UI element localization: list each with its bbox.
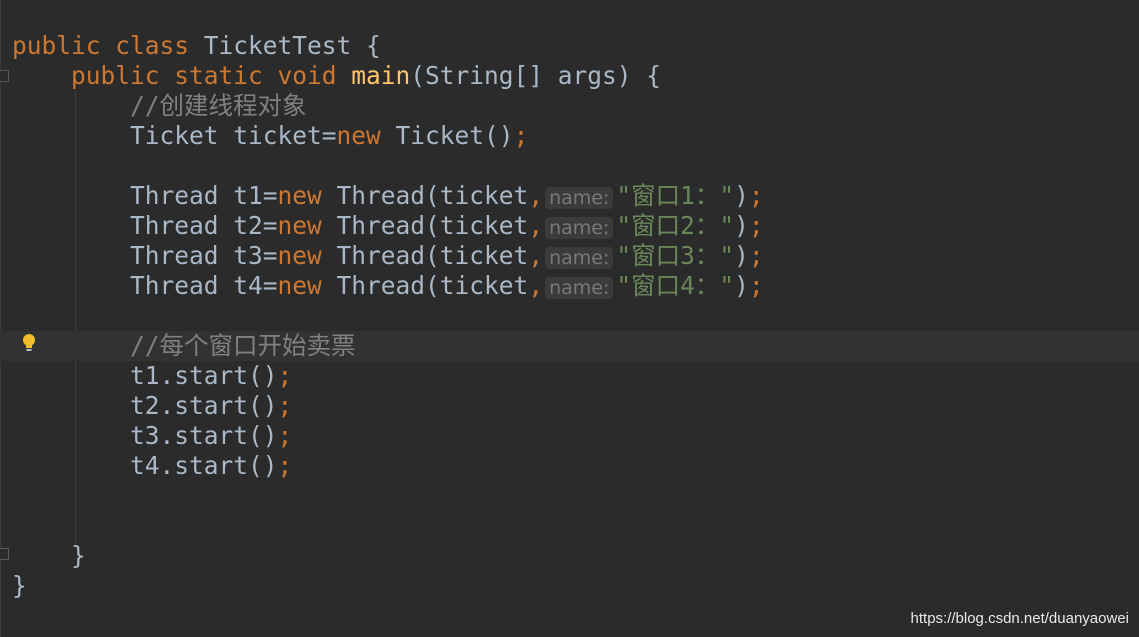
code-line[interactable]: public class TicketTest {	[12, 31, 1139, 61]
code-line[interactable]	[12, 481, 1139, 511]
code-token: Thread t3=	[130, 241, 278, 270]
parameter-hint: name:	[545, 217, 614, 239]
code-line[interactable]: Thread t4=new Thread(ticket, name: "窗口4：")…	[12, 271, 1139, 301]
parameter-hint: name:	[545, 277, 614, 299]
code-token: Thread t2=	[130, 211, 278, 240]
code-token: Thread(ticket	[336, 271, 529, 300]
code-token: t4.start()	[130, 451, 278, 480]
code-token: ;	[513, 121, 529, 150]
code-token: "窗口1："	[616, 181, 735, 210]
code-token: )	[734, 271, 749, 300]
code-token: ;	[748, 241, 764, 270]
code-token: ,	[528, 271, 544, 300]
code-line[interactable]	[12, 511, 1139, 541]
code-token: ;	[277, 361, 293, 390]
code-token: t3.start()	[130, 421, 278, 450]
code-line[interactable]: Thread t2=new Thread(ticket, name: "窗口2：")…	[12, 211, 1139, 241]
code-line[interactable]: //创建线程对象	[12, 91, 1139, 121]
code-token: ;	[277, 421, 293, 450]
watermark: https://blog.csdn.net/duanyaowei	[910, 610, 1129, 627]
code-token: t1.start()	[130, 361, 278, 390]
code-token: new	[277, 241, 337, 270]
code-token: Ticket()	[395, 121, 514, 150]
code-token: (String[] args) {	[410, 61, 662, 90]
code-line[interactable]: t3.start();	[12, 421, 1139, 451]
code-token: Thread t4=	[130, 271, 278, 300]
code-line[interactable]: Thread t3=new Thread(ticket, name: "窗口3：")…	[12, 241, 1139, 271]
code-token: ;	[277, 391, 293, 420]
code-token: new	[277, 211, 337, 240]
code-editor[interactable]: public class TicketTest { public static …	[0, 31, 1139, 601]
code-token: public class	[12, 31, 204, 60]
code-token: "窗口3："	[616, 241, 735, 270]
code-token: ;	[748, 271, 764, 300]
fold-marker-icon[interactable]	[0, 548, 9, 560]
code-token: "窗口4："	[616, 271, 735, 300]
code-token: new	[277, 181, 337, 210]
code-token: new	[336, 121, 396, 150]
code-line[interactable]: //每个窗口开始卖票	[0, 331, 1139, 361]
code-token: Thread(ticket	[336, 181, 529, 210]
code-line[interactable]: }	[12, 571, 1139, 601]
code-token: )	[734, 181, 749, 210]
code-token: t2.start()	[130, 391, 278, 420]
code-token: main	[351, 61, 411, 90]
code-line[interactable]: }	[12, 541, 1139, 571]
code-token: ;	[748, 211, 764, 240]
code-token: new	[277, 271, 337, 300]
code-token: //每个窗口开始卖票	[130, 331, 356, 360]
code-token: Thread(ticket	[336, 211, 529, 240]
parameter-hint: name:	[545, 187, 614, 209]
code-token: ,	[528, 241, 544, 270]
code-token: }	[12, 571, 27, 600]
code-token: ,	[528, 211, 544, 240]
code-token: )	[734, 211, 749, 240]
fold-marker-icon[interactable]	[0, 70, 9, 82]
code-line[interactable]: public static void main(String[] args) {	[12, 61, 1139, 91]
code-line[interactable]	[12, 151, 1139, 181]
code-token: Ticket ticket=	[130, 121, 337, 150]
code-line[interactable]: Thread t1=new Thread(ticket, name: "窗口1：")…	[12, 181, 1139, 211]
code-token: TicketTest {	[203, 31, 381, 60]
code-token: ;	[277, 451, 293, 480]
code-token: //创建线程对象	[130, 91, 307, 120]
code-token: Thread t1=	[130, 181, 278, 210]
code-token: ;	[748, 181, 764, 210]
code-token: )	[734, 241, 749, 270]
parameter-hint: name:	[545, 247, 614, 269]
code-line[interactable]: t2.start();	[12, 391, 1139, 421]
gutter-border	[0, 0, 1, 637]
code-line[interactable]: Ticket ticket=new Ticket();	[12, 121, 1139, 151]
lightbulb-icon[interactable]	[22, 333, 36, 353]
code-line[interactable]: t1.start();	[12, 361, 1139, 391]
code-line[interactable]	[12, 301, 1139, 331]
code-line[interactable]: t4.start();	[12, 451, 1139, 481]
code-token: ,	[528, 181, 544, 210]
code-token: }	[71, 541, 86, 570]
code-token: Thread(ticket	[336, 241, 529, 270]
code-token: public static void	[71, 61, 352, 90]
code-token: "窗口2："	[616, 211, 735, 240]
